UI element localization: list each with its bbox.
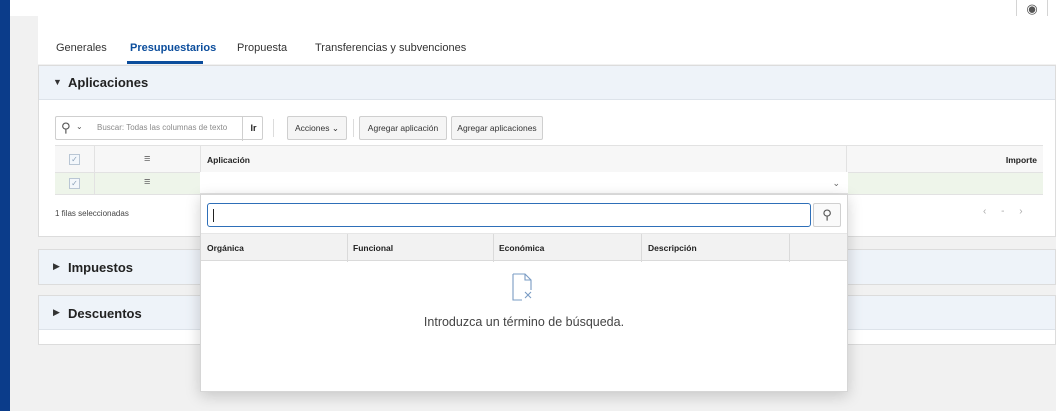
- header-aplicacion-label: Aplicación: [207, 155, 250, 165]
- region-title: Impuestos: [68, 260, 134, 275]
- region-title: Descuentos: [68, 306, 142, 321]
- column-divider: [347, 234, 348, 262]
- search-placeholder[interactable]: Buscar: Todas las columnas de texto: [97, 123, 227, 132]
- actions-menu-button[interactable]: Acciones ⌄: [287, 116, 347, 140]
- add-aplicacion-button[interactable]: Agregar aplicación: [359, 116, 447, 140]
- selection-count: 1 filas seleccionadas: [55, 209, 129, 218]
- collapse-triangle-icon[interactable]: ▼: [53, 77, 62, 87]
- top-strip: [10, 0, 1056, 16]
- row-menu-icon[interactable]: ≡: [144, 176, 150, 188]
- pagination-controls[interactable]: ‹ - ›: [983, 206, 1029, 217]
- tab-presupuestarios[interactable]: Presupuestarios: [130, 42, 216, 54]
- column-organica[interactable]: Orgánica: [207, 243, 244, 253]
- header-select-all-cell: ✓: [55, 146, 95, 172]
- popup-column-header: Orgánica Funcional Económica Descripción: [201, 233, 847, 262]
- popup-search-input[interactable]: [207, 203, 811, 227]
- region-header-aplicaciones[interactable]: ▼ Aplicaciones: [39, 66, 1055, 100]
- header-importe-label: Importe: [1005, 155, 1037, 165]
- header-importe[interactable]: Importe: [847, 146, 1043, 172]
- row-actions-cell: ≡: [95, 173, 201, 194]
- grid-header-row: ✓ ≡ Aplicación Importe: [55, 145, 1043, 173]
- chevron-down-icon[interactable]: ⌄: [832, 178, 840, 189]
- popup-search-button[interactable]: ⚲: [813, 203, 841, 227]
- app-side-bar: [0, 0, 10, 411]
- column-divider: [641, 234, 642, 262]
- tab-transferencias[interactable]: Transferencias y subvenciones: [315, 42, 466, 54]
- toolbar-divider: [353, 119, 354, 137]
- column-divider: [493, 234, 494, 262]
- hamburger-icon[interactable]: ≡: [144, 153, 150, 165]
- chevron-down-icon: ⌄: [331, 123, 339, 133]
- row-importe-cell[interactable]: [847, 173, 1043, 194]
- column-descripcion[interactable]: Descripción: [648, 243, 697, 253]
- chevron-down-icon[interactable]: ⌄: [76, 122, 83, 131]
- search-icon[interactable]: ⚲: [61, 120, 71, 136]
- header-aplicacion[interactable]: Aplicación: [201, 146, 847, 172]
- column-funcional[interactable]: Funcional: [353, 243, 393, 253]
- active-tab-indicator: [127, 61, 203, 64]
- actions-label: Acciones: [295, 123, 330, 133]
- expand-triangle-icon[interactable]: ▶: [53, 261, 60, 272]
- row-checkbox[interactable]: ✓: [69, 178, 80, 189]
- column-divider: [789, 234, 790, 262]
- tab-generales[interactable]: Generales: [56, 42, 107, 54]
- select-all-checkbox[interactable]: ✓: [69, 154, 80, 165]
- eye-icon: ◉: [1026, 1, 1038, 16]
- region-title: Aplicaciones: [68, 75, 149, 90]
- aplicacion-select[interactable]: ⌄: [200, 172, 848, 194]
- tab-bar: Generales Presupuestarios Propuesta Tran…: [38, 16, 1056, 64]
- column-economica[interactable]: Económica: [499, 243, 544, 253]
- empty-state-message: Introduzca un término de búsqueda.: [423, 315, 625, 329]
- header-actions-cell: ≡: [95, 146, 201, 172]
- grid-search-box[interactable]: ⚲ ⌄ Buscar: Todas las columnas de texto …: [55, 116, 264, 141]
- toolbar-divider: [273, 119, 274, 137]
- no-results-document-icon: [512, 273, 532, 301]
- go-button[interactable]: Ir: [242, 117, 264, 141]
- expand-triangle-icon[interactable]: ▶: [53, 307, 60, 318]
- row-select-cell: ✓: [55, 173, 95, 194]
- tab-propuesta[interactable]: Propuesta: [237, 42, 287, 54]
- add-aplicaciones-button[interactable]: Agregar aplicaciones: [451, 116, 543, 140]
- search-icon: ⚲: [822, 207, 832, 222]
- text-caret: [213, 209, 214, 222]
- popup-lov-dialog: ⚲ Orgánica Funcional Económica Descripci…: [200, 194, 848, 392]
